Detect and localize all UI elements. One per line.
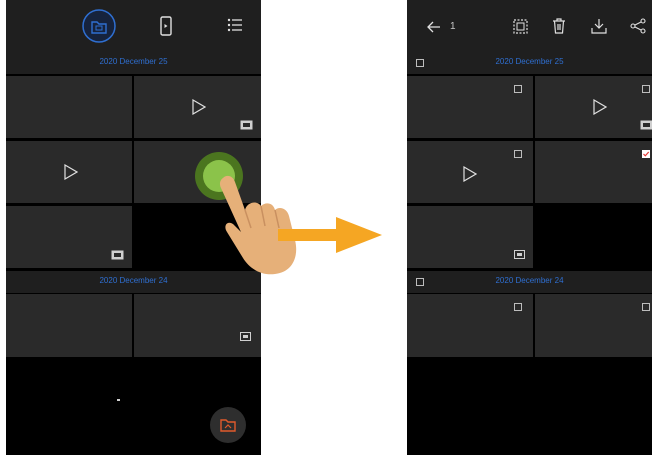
top-toolbar — [6, 0, 261, 52]
folder-return-fab[interactable] — [209, 406, 247, 444]
video-badge-icon — [240, 120, 253, 130]
media-thumbnail[interactable] — [6, 206, 132, 268]
date-label: 2020 December 24 — [495, 276, 564, 285]
folder-icon[interactable] — [82, 9, 116, 43]
date-header: 2020 December 25 — [6, 52, 261, 74]
select-all-icon[interactable] — [513, 19, 528, 34]
date-label: 2020 December 25 — [99, 57, 168, 66]
phone-icon[interactable] — [160, 16, 172, 36]
media-thumbnail[interactable] — [535, 294, 652, 357]
media-thumbnail-selected[interactable] — [535, 141, 652, 203]
list-icon[interactable] — [227, 18, 243, 32]
check-icon — [643, 151, 650, 157]
download-icon[interactable] — [591, 18, 607, 34]
video-thumbnail[interactable] — [407, 141, 533, 203]
date-label: 2020 December 24 — [99, 276, 168, 285]
date-header: 2020 December 24 — [407, 271, 652, 293]
item-checkbox[interactable] — [514, 150, 522, 158]
item-checkbox[interactable] — [514, 85, 522, 93]
trash-icon[interactable] — [552, 18, 566, 34]
image-badge-icon — [514, 250, 525, 259]
item-checkbox-checked[interactable] — [642, 150, 650, 158]
video-badge-icon — [640, 120, 652, 130]
back-arrow-icon[interactable] — [427, 21, 441, 33]
video-badge-icon — [111, 250, 124, 260]
selected-count: 1 — [450, 21, 456, 32]
media-thumbnail[interactable] — [6, 294, 132, 357]
play-icon — [192, 99, 206, 115]
media-thumbnail[interactable] — [407, 294, 533, 357]
video-thumbnail[interactable] — [535, 76, 652, 138]
item-checkbox[interactable] — [514, 303, 522, 311]
arrow-right-icon — [278, 217, 384, 253]
item-checkbox[interactable] — [642, 303, 650, 311]
selection-toolbar: 1 — [407, 0, 652, 52]
share-icon[interactable] — [630, 18, 646, 34]
play-icon — [593, 99, 607, 115]
image-badge-icon — [240, 332, 251, 341]
video-thumbnail[interactable] — [6, 141, 132, 203]
item-checkbox[interactable] — [642, 85, 650, 93]
media-thumbnail[interactable] — [134, 294, 261, 357]
date-label: 2020 December 25 — [495, 57, 564, 66]
gallery-screen-selection: 1 2020 December 25 2020 December 24 — [407, 0, 652, 455]
media-thumbnail[interactable] — [407, 206, 533, 268]
media-thumbnail[interactable] — [407, 76, 533, 138]
date-header: 2020 December 25 — [407, 52, 652, 74]
play-icon — [64, 164, 78, 180]
play-icon — [463, 166, 477, 182]
small-dot-icon — [117, 399, 120, 401]
media-thumbnail[interactable] — [6, 76, 132, 138]
video-thumbnail[interactable] — [134, 76, 261, 138]
